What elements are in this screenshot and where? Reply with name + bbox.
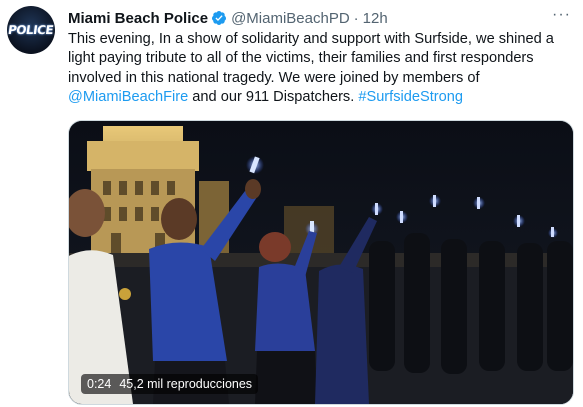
more-options-icon[interactable]: ··· — [552, 6, 571, 24]
video-duration: 0:24 — [87, 377, 112, 391]
hashtag-link[interactable]: #SurfsideStrong — [358, 89, 463, 105]
video-player[interactable]: 0:24 45,2 mil reproducciones — [68, 120, 574, 405]
video-stats: 0:24 45,2 mil reproducciones — [81, 374, 259, 394]
tweet-header: Miami Beach Police @MiamiBeachPD · 12h — [68, 8, 553, 28]
verified-badge-icon — [212, 11, 227, 25]
avatar[interactable]: POLICE — [7, 6, 55, 54]
view-count: 45,2 mil reproducciones — [119, 377, 253, 391]
mention-link[interactable]: @MiamiBeachFire — [68, 89, 188, 105]
avatar-logo-text: POLICE — [7, 23, 55, 37]
display-name[interactable]: Miami Beach Police — [68, 10, 208, 27]
handle[interactable]: @MiamiBeachPD — [231, 10, 350, 27]
separator-dot: · — [353, 9, 359, 27]
tweet-body-text-2: and our 911 Dispatchers. — [188, 89, 359, 106]
tweet-text: This evening, In a show of solidarity an… — [68, 30, 570, 108]
video-frame-image — [69, 121, 573, 404]
tweet-body-text: This evening, In a show of solidarity an… — [68, 31, 554, 86]
timestamp[interactable]: 12h — [363, 10, 388, 27]
